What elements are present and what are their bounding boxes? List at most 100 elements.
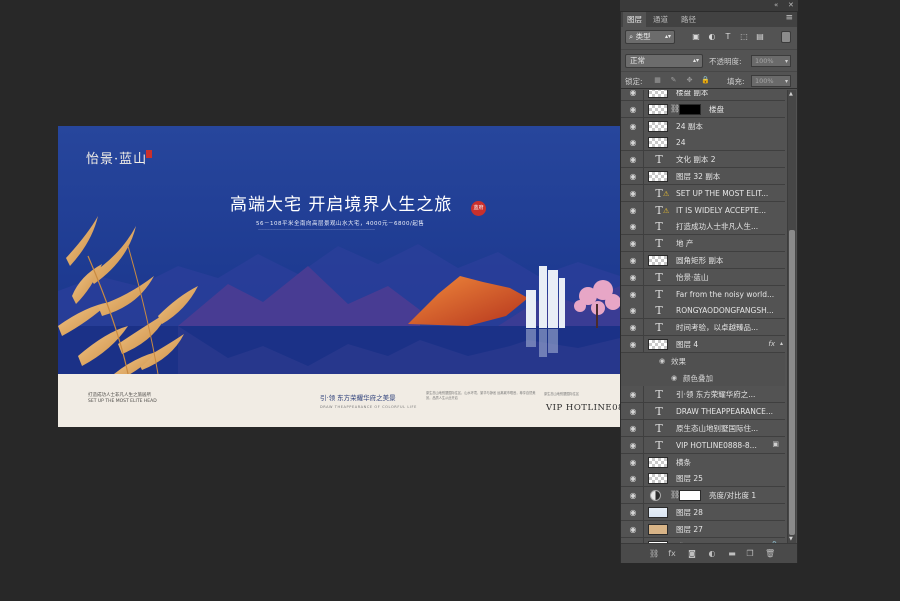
eye-icon[interactable]: ◉ [627,340,639,349]
pixel-filter-icon[interactable]: ▣ [691,32,701,42]
eye-icon[interactable]: ◉ [627,138,639,147]
type-filter-icon[interactable]: T [723,32,733,42]
adjustment-filter-icon[interactable]: ◐ [707,32,717,42]
layer-mask-thumbnail[interactable] [679,490,701,502]
eye-icon[interactable]: ◉ [627,407,639,416]
scrollbar-thumb[interactable] [789,230,795,535]
layer-thumbnail[interactable] [648,90,668,98]
layer-row[interactable]: ◉ T DRAW THEAPPEARANCE... [621,403,785,421]
layer-row[interactable]: ◉ T VIP HOTLINE0888-8... ▣ [621,436,785,454]
eye-icon[interactable]: ◉ [627,189,639,198]
eye-icon[interactable]: ◉ [659,357,665,365]
smart-object-filter-icon[interactable]: ▤ [755,32,765,42]
layer-thumbnail[interactable] [648,137,668,149]
filter-kind-select[interactable]: ⌕ 类型 ▴▾ [625,30,675,44]
layer-thumbnail[interactable] [648,171,668,182]
lock-transparency-icon[interactable]: ▦ [653,76,662,85]
layer-thumbnail[interactable] [648,103,668,115]
eye-icon[interactable]: ◉ [627,390,639,399]
eye-icon[interactable]: ◉ [627,222,639,231]
eye-icon[interactable]: ◉ [671,374,677,382]
expand-effects-icon[interactable]: ▴ [780,340,783,347]
eye-icon[interactable]: ◉ [627,323,639,332]
eye-icon[interactable]: ◉ [627,306,639,315]
eye-icon[interactable]: ◉ [627,105,639,114]
fill-field[interactable]: 100% ▾ [751,75,791,87]
layer-row[interactable]: ◉ T 时间考验，以卓越臻品... [621,319,785,337]
eye-icon[interactable]: ◉ [627,273,639,282]
eye-icon[interactable]: ◉ [627,424,639,433]
layer-row[interactable]: ◉ ⛓ 亮度/对比度 1 [621,487,785,505]
layer-row[interactable]: ◉ 效果 [621,352,785,370]
panel-menu-icon[interactable]: ≡ [785,13,793,23]
layer-row[interactable]: ◉ 图层 28 [621,504,785,521]
trash-icon[interactable]: 🗑 [765,549,775,559]
collapse-panel-icon[interactable]: « [774,1,778,9]
layer-thumbnail[interactable] [648,255,668,266]
opacity-field[interactable]: 100% ▾ [751,55,791,67]
link-layers-icon[interactable]: ⛓ [649,549,659,559]
layer-row[interactable]: ◉ 图层 25 [621,470,785,488]
tab-channels[interactable]: 通道 [649,12,672,27]
layer-row[interactable]: ◉ T 引·领 东方荣耀华府之... [621,386,785,404]
add-style-icon[interactable]: fx [667,549,677,559]
panel-title-bar[interactable]: « ✕ [620,0,798,11]
layer-row[interactable]: ◉ 楼盘 副本 [621,90,785,101]
eye-icon[interactable]: ◉ [627,206,639,215]
fx-icon[interactable]: fx [768,336,775,353]
eye-icon[interactable]: ◉ [627,508,639,517]
layer-row[interactable]: ◉ 图层 27 [621,520,785,538]
eye-icon[interactable]: ◉ [627,155,639,164]
new-adjustment-icon[interactable]: ◐ [707,549,717,559]
eye-icon[interactable]: ◉ [627,474,639,483]
add-mask-icon[interactable]: ◙ [687,549,697,559]
eye-icon[interactable]: ◉ [627,491,639,500]
layer-thumbnail[interactable] [648,523,668,535]
layer-row[interactable]: ◉ T 原生态山地别墅国际住... [621,420,785,437]
scroll-up-icon[interactable]: ▲ [789,91,793,97]
shape-filter-icon[interactable]: ⬚ [739,32,749,42]
layer-row[interactable]: ◉ 图层 32 副本 [621,168,785,185]
eye-icon[interactable]: ◉ [627,122,639,131]
layers-list[interactable]: ◉ 楼盘 副本 ◉ ⛓ 楼盘 ◉ 24 副本 ◉ 24 ◉ T 文化 副本 2 ◉ 图层 32 副本 ◉ T ⚠… [621,90,785,543]
lock-position-icon[interactable]: ✥ [685,76,694,85]
layer-row[interactable]: ◉ ⛓ 楼盘 [621,100,785,118]
tab-layers[interactable]: 图层 [623,12,646,27]
tab-paths[interactable]: 路径 [677,12,700,27]
layer-thumbnail[interactable] [648,456,668,468]
layer-row[interactable]: ◉ 颜色叠加 [621,369,785,387]
layer-row[interactable]: ◉ 横条 [621,453,785,471]
layer-thumbnail[interactable] [648,507,668,518]
layer-row[interactable]: ◉ T 怡景·蓝山 [621,268,785,286]
layer-row[interactable]: ◉ 圆角矩形 副本 [621,252,785,269]
layers-scrollbar[interactable]: ▲ ▼ [787,90,796,543]
eye-icon[interactable]: ◉ [627,290,639,299]
layer-thumbnail[interactable] [648,339,668,350]
layer-row[interactable]: ◉ T RONGYAODONGFANGSH... [621,302,785,320]
eye-icon[interactable]: ◉ [627,172,639,181]
eye-icon[interactable]: ◉ [627,256,639,265]
layer-row[interactable]: ◉ T Far from the noisy world... [621,285,785,303]
layer-row[interactable]: ◉ T ⚠ IT IS WIDELY ACCEPTE... [621,201,785,219]
filter-toggle[interactable] [781,31,791,43]
scroll-down-icon[interactable]: ▼ [789,536,793,542]
layer-row[interactable]: ◉ T 地 产 [621,235,785,253]
layer-row[interactable]: ◉ T 文化 副本 2 [621,151,785,169]
lock-all-icon[interactable]: 🔒 [701,76,710,85]
document-canvas[interactable]: 怡景·蓝山 高端大宅 开启境界人生之旅 蓝府 56－108平米全南向高层景观山水… [58,126,620,427]
lock-image-icon[interactable]: ✎ [669,76,678,85]
new-layer-icon[interactable]: ❐ [745,549,755,559]
layer-row[interactable]: ◉ T 打造成功人士非凡人生... [621,218,785,236]
eye-icon[interactable]: ◉ [627,458,639,467]
layer-thumbnail[interactable] [648,120,668,132]
layer-thumbnail[interactable] [648,473,668,485]
layer-row[interactable]: ◉ 图层 4 fx ▴ [621,336,785,353]
layer-mask-thumbnail[interactable] [679,103,701,115]
layer-row[interactable]: ◉ 24 [621,134,785,152]
eye-icon[interactable]: ◉ [627,239,639,248]
eye-icon[interactable]: ◉ [627,90,639,97]
eye-icon[interactable]: ◉ [627,525,639,534]
blend-mode-select[interactable]: 正常 ▴▾ [625,54,703,68]
layer-row[interactable]: ◉ T ⚠ SET UP THE MOST ELIT... [621,184,785,202]
new-group-icon[interactable]: ▬ [727,549,737,559]
